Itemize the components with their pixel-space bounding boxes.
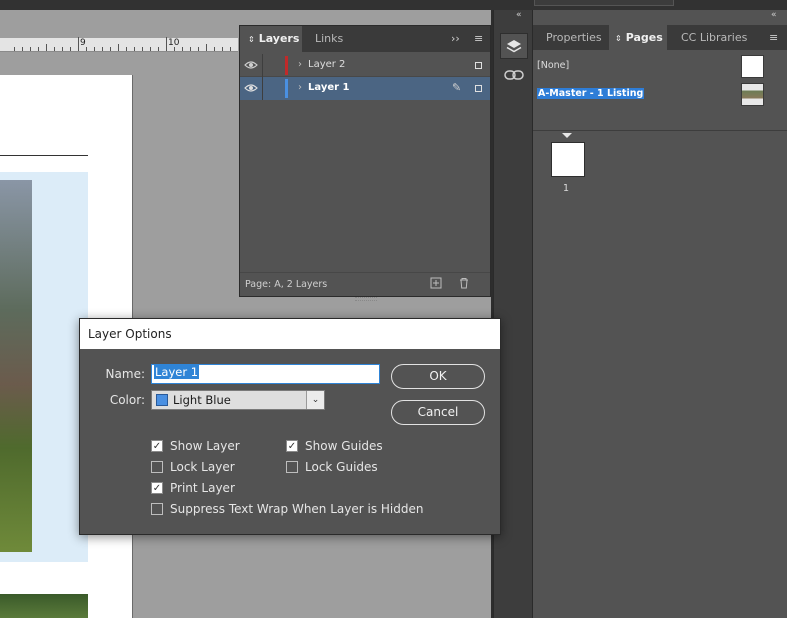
master-thumbnail[interactable] [741,55,764,78]
links-icon[interactable] [500,62,528,88]
color-value: Light Blue [173,393,231,407]
top-field[interactable] [534,0,674,6]
panel-resize-grip[interactable] [355,297,377,301]
master-row-none[interactable]: [None] [533,53,787,80]
pages-panel-tabs: Properties ⇕ Pages CC Libraries ≡ [533,25,787,51]
tab-pages[interactable]: ⇕ Pages [609,25,667,51]
layers-icon[interactable] [500,33,528,59]
show-guides-checkbox[interactable]: ✓ [286,440,298,452]
collapse-icon[interactable]: « [771,10,777,20]
panel-menu-icon[interactable]: ≡ [474,26,483,52]
layer-color-swatch [285,79,288,98]
show-layer-checkbox[interactable]: ✓ [151,440,163,452]
pages-panel: « Properties ⇕ Pages CC Libraries ≡ [None… [533,10,787,618]
dialog-title: Layer Options [80,319,500,349]
tab-layers[interactable]: ⇕ Layers [240,26,302,52]
page-thumbnail[interactable] [551,142,585,177]
layers-panel: ⇕ Layers Links ›› ≡ › Layer 2 › Layer 1 … [239,25,491,301]
layers-panel-footer: Page: A, 2 Layers [240,272,490,296]
chevron-down-icon[interactable]: ⌄ [306,391,324,409]
layer-row-layer-1[interactable]: › Layer 1 ✎ [240,77,490,100]
master-applied-indicator-icon [562,133,572,138]
layer-name: Layer 1 [308,82,350,93]
master-name: A-Master - 1 Listing [537,88,645,99]
tab-cc-libraries[interactable]: CC Libraries [671,25,751,51]
print-layer-checkbox[interactable]: ✓ [151,482,163,494]
collapse-icon[interactable]: « [516,10,522,20]
layer-name-input[interactable]: Layer 1 [151,364,380,384]
layer-color-swatch [285,56,288,75]
name-label: Name: [105,367,145,381]
cancel-button[interactable]: Cancel [391,400,485,425]
selection-square-icon[interactable] [475,85,482,92]
expand-icon[interactable]: ›› [451,26,460,52]
master-row-a-master[interactable]: A-Master - 1 Listing [533,81,787,108]
pencil-icon: ✎ [452,81,462,94]
expand-arrow-icon[interactable]: › [298,59,302,70]
layer-options-dialog: Layer Options Name: Layer 1 Color: Light… [79,318,501,535]
layers-panel-tabs: ⇕ Layers Links ›› ≡ [240,26,490,52]
expand-arrow-icon[interactable]: › [298,82,302,93]
new-layer-icon[interactable] [430,277,442,292]
eye-icon[interactable] [244,82,258,94]
color-swatch [156,394,168,406]
lock-layer-checkbox[interactable] [151,461,163,473]
ruler-label: 9 [80,38,86,48]
color-label: Color: [109,393,145,407]
master-thumbnail[interactable] [741,83,764,106]
tab-properties[interactable]: Properties [533,25,607,51]
lock-guides-checkbox[interactable] [286,461,298,473]
indesign-workspace: 9 10 ⇕ Layers Links ›› ≡ › Layer 2 › Lay… [0,0,787,618]
page-rule-line[interactable] [0,155,88,156]
layer-color-select[interactable]: Light Blue ⌄ [151,390,325,410]
suppress-text-wrap-checkbox[interactable] [151,503,163,515]
master-name: [None] [537,60,570,71]
layer-row-layer-2[interactable]: › Layer 2 [240,54,490,77]
ok-button[interactable]: OK [391,364,485,389]
horizontal-ruler: 9 10 [0,37,238,52]
placed-image[interactable] [0,180,32,552]
eye-icon[interactable] [244,59,258,71]
trash-icon[interactable] [458,277,470,292]
tab-caret-icon: ⇕ [248,35,255,44]
layers-status: Page: A, 2 Layers [245,279,328,290]
tab-links[interactable]: Links [308,26,362,52]
layer-name: Layer 2 [308,59,346,70]
top-bar [0,0,787,10]
tab-caret-icon: ⇕ [615,34,622,43]
page-number: 1 [563,183,570,194]
selection-square-icon[interactable] [475,62,482,69]
layer-name-value: Layer 1 [154,365,200,379]
placed-image-2[interactable] [0,594,88,618]
panel-menu-icon[interactable]: ≡ [769,25,778,51]
